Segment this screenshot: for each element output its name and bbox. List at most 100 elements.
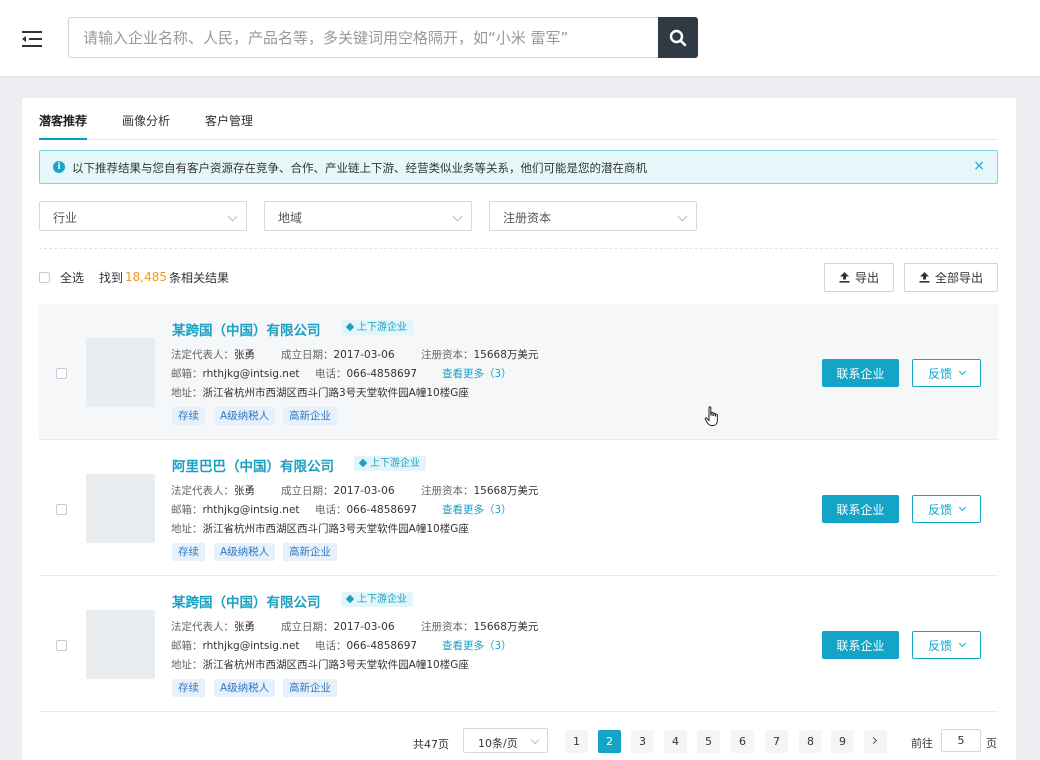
search-button[interactable] [658,17,698,58]
contact-company-button[interactable]: 联系企业 [822,359,899,387]
legal-rep: 法定代表人：张勇 [171,349,255,361]
company-name[interactable]: 某跨国（中国）有限公司 [172,319,321,339]
email: 邮箱：rhthjkg@intsig.net [171,368,300,380]
contact-company-button[interactable]: 联系企业 [822,495,899,523]
search-icon [669,29,687,46]
info-alert: i 以下推荐结果与您自有客户资源存在竞争、合作、产业链上下游、经营类似业务等关系… [39,150,998,184]
filter-industry[interactable]: 行业 [39,201,247,231]
status-tag: 存续 [172,679,205,697]
view-more-link[interactable]: 查看更多（3） [442,502,512,517]
page-button[interactable]: 6 [731,730,754,753]
address: 地址：浙江省杭州市西湖区西斗门路3号天堂软件园A幢10楼G座 [171,523,469,535]
export-label: 导出 [854,271,879,285]
chevron-down-icon [958,503,967,512]
tab-profile-analysis[interactable]: 画像分析 [122,112,170,140]
phone: 电话：066-4858697 [315,640,418,652]
feedback-button[interactable]: 反馈 [912,359,981,387]
tab-customer-management[interactable]: 客户管理 [205,112,253,140]
divider [39,248,998,249]
page-total: 共47页 [413,738,449,751]
main-card: 潜客推荐 画像分析 客户管理 i 以下推荐结果与您自有客户资源存在竞争、合作、产… [22,98,1016,760]
hitech-tag: 高新企业 [283,679,337,697]
upload-icon [839,272,850,283]
page-button[interactable]: 8 [799,730,822,753]
export-button[interactable]: 导出 [824,263,894,292]
page-button[interactable]: 4 [664,730,687,753]
export-all-label: 全部导出 [934,271,983,285]
filter-registered-capital[interactable]: 注册资本 [489,201,697,231]
registered-capital: 注册资本：15668万美元 [421,621,539,633]
status-tag: 存续 [172,407,205,425]
filter-industry-label: 行业 [53,211,78,225]
chevron-down-icon [677,211,688,222]
tab-bar: 潜客推荐 画像分析 客户管理 [39,98,998,140]
hitech-tag: 高新企业 [283,407,337,425]
filter-region-label: 地域 [278,211,303,225]
status-tag: 存续 [172,543,205,561]
alert-text: 以下推荐结果与您自有客户资源存在竞争、合作、产业链上下游、经营类似业务等关系，他… [72,161,647,175]
page-button-current[interactable]: 2 [598,730,621,753]
legal-rep: 法定代表人：张勇 [171,485,255,497]
result-row: 某跨国（中国）有限公司 上下游企业 法定代表人：张勇 成立日期：2017-03-… [39,304,998,440]
relation-badge: 上下游企业 [341,320,413,335]
founded-date: 成立日期：2017-03-06 [281,485,395,497]
contact-company-button[interactable]: 联系企业 [822,631,899,659]
upload-icon [919,272,930,283]
next-page-button[interactable] [864,730,887,753]
page-suffix: 页 [986,737,997,750]
tax-tag: A级纳税人 [214,407,276,425]
founded-date: 成立日期：2017-03-06 [281,349,395,361]
found-suffix: 条相关结果 [169,270,230,285]
company-name[interactable]: 阿里巴巴（中国）有限公司 [172,455,334,475]
feedback-button[interactable]: 反馈 [912,631,981,659]
company-logo [86,338,155,407]
company-logo [86,474,155,543]
search-input[interactable] [68,17,658,58]
select-all-label[interactable]: 全选 [60,269,84,286]
chevron-down-icon [530,735,540,745]
hitech-tag: 高新企业 [283,543,337,561]
menu-icon[interactable] [20,28,44,50]
result-row: 阿里巴巴（中国）有限公司 上下游企业 法定代表人：张勇 成立日期：2017-03… [39,440,998,576]
email: 邮箱：rhthjkg@intsig.net [171,640,300,652]
chevron-down-icon [227,211,238,222]
result-count: 18,485 [125,270,168,284]
page-button[interactable]: 1 [565,730,588,753]
relation-badge: 上下游企业 [341,592,413,607]
page-button[interactable]: 5 [697,730,720,753]
page-size-label: 10条/页 [478,737,518,750]
feedback-button[interactable]: 反馈 [912,495,981,523]
info-icon: i [53,161,65,173]
filter-region[interactable]: 地域 [264,201,472,231]
company-name[interactable]: 某跨国（中国）有限公司 [172,591,321,611]
view-more-link[interactable]: 查看更多（3） [442,638,512,653]
row-checkbox[interactable] [56,368,67,379]
result-summary: 全选 找到 18,485 条相关结果 [39,267,229,287]
page-button[interactable]: 7 [765,730,788,753]
result-row: 某跨国（中国）有限公司 上下游企业 法定代表人：张勇 成立日期：2017-03-… [39,576,998,712]
top-bar [0,0,1040,76]
chevron-down-icon [958,639,967,648]
page-button[interactable]: 9 [831,730,854,753]
company-logo [86,610,155,679]
close-icon[interactable]: × [973,158,985,174]
filter-capital-label: 注册资本 [503,211,552,225]
goto-page-input[interactable] [941,729,981,752]
page-size-select[interactable]: 10条/页 [463,728,548,753]
export-all-button[interactable]: 全部导出 [904,263,998,292]
select-all-checkbox[interactable] [39,271,50,283]
row-checkbox[interactable] [56,640,67,651]
view-more-link[interactable]: 查看更多（3） [442,366,512,381]
pagination: 共47页 10条/页 1 2 3 4 5 6 7 8 9 前往 页 [22,728,1016,758]
tab-prospect-recommend[interactable]: 潜客推荐 [39,112,88,140]
goto-label: 前往 [911,737,933,750]
registered-capital: 注册资本：15668万美元 [421,485,539,497]
relation-badge: 上下游企业 [354,456,426,471]
page-button[interactable]: 3 [631,730,654,753]
row-checkbox[interactable] [56,504,67,515]
legal-rep: 法定代表人：张勇 [171,621,255,633]
address: 地址：浙江省杭州市西湖区西斗门路3号天堂软件园A幢10楼G座 [171,387,469,399]
registered-capital: 注册资本：15668万美元 [421,349,539,361]
email: 邮箱：rhthjkg@intsig.net [171,504,300,516]
chevron-down-icon [958,367,967,376]
